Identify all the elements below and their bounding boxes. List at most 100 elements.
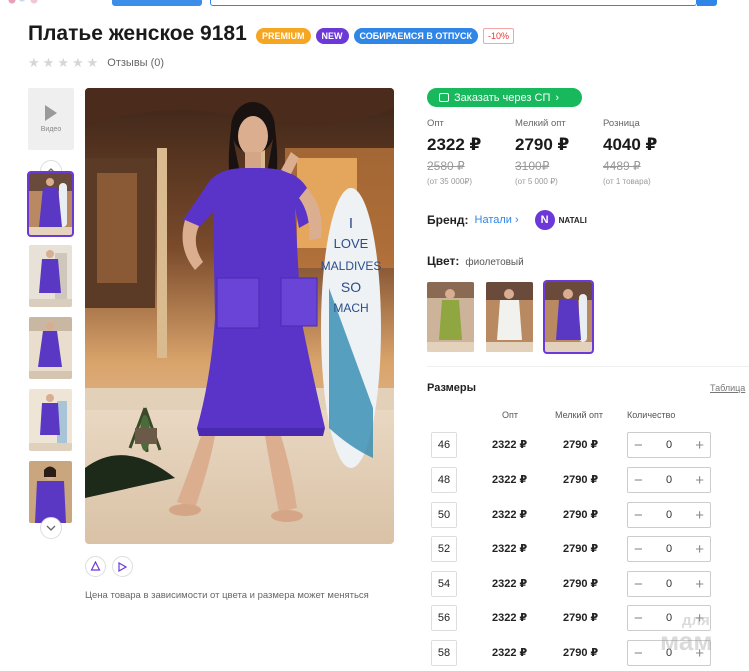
share-button[interactable] — [85, 556, 106, 577]
minus-button[interactable]: − — [634, 473, 643, 488]
price-label: Розница — [603, 118, 640, 129]
price-threshold: (от 1 товара) — [603, 177, 651, 186]
star-icon: ★ — [86, 55, 99, 70]
divider — [427, 366, 749, 367]
search-input[interactable] — [210, 0, 697, 6]
thumbnail-5[interactable] — [29, 461, 72, 523]
play-video-button[interactable] — [112, 556, 133, 577]
price-old: 3100₽ — [515, 159, 550, 173]
minus-button[interactable]: − — [634, 542, 643, 557]
price-columns: Опт 2322 ₽ 2580 ₽ (от 35 000₽) Мелкий оп… — [427, 118, 691, 186]
price-threshold: (от 5 000 ₽) — [515, 177, 558, 186]
thumbnail-3[interactable] — [29, 317, 72, 379]
badge-list: PREMIUM NEW СОБИРАЕМСЯ В ОТПУСК -10% — [256, 28, 514, 44]
svg-text:MALDIVES: MALDIVES — [321, 259, 382, 273]
svg-text:I: I — [349, 215, 353, 232]
quantity-value[interactable]: 0 — [666, 439, 672, 451]
badge-premium[interactable]: PREMIUM — [256, 28, 311, 44]
price-value: 2322 ₽ — [427, 135, 482, 154]
video-label: Видео — [40, 126, 62, 133]
minus-button[interactable]: − — [634, 438, 643, 453]
badge-vacation[interactable]: СОБИРАЕМСЯ В ОТПУСК — [353, 28, 478, 44]
price-threshold: (от 35 000₽) — [427, 177, 473, 186]
thumbnails-down-button[interactable] — [40, 517, 62, 539]
quantity-value[interactable]: 0 — [666, 474, 672, 486]
price-value: 4040 ₽ — [603, 135, 658, 154]
catalog-button[interactable] — [112, 0, 202, 6]
badge-new[interactable]: NEW — [315, 28, 349, 44]
minus-button[interactable]: − — [634, 646, 643, 661]
brand-logo[interactable]: N NATALI — [534, 210, 587, 230]
thumbnail-2[interactable] — [29, 245, 72, 307]
price-label: Опт — [427, 118, 444, 129]
thumbnail-1[interactable] — [27, 171, 74, 237]
price-old: 4489 ₽ — [603, 159, 641, 173]
brand-row: Бренд: Натали › N NATALI — [427, 210, 587, 230]
color-swatch-purple[interactable] — [543, 280, 594, 354]
reviews-link[interactable]: Отзывы (0) — [107, 57, 164, 69]
sizes-header-qty: Количество — [627, 410, 676, 420]
badge-discount: -10% — [482, 28, 514, 44]
size-opt-price: 2322 ₽ — [492, 612, 528, 624]
sizes-header-opt: Опт — [502, 410, 518, 420]
site-logo[interactable] — [6, 0, 66, 8]
plus-button[interactable]: + — [695, 577, 704, 592]
price-retail: Розница 4040 ₽ 4489 ₽ (от 1 товара) — [603, 118, 691, 186]
quantity-value[interactable]: 0 — [666, 578, 672, 590]
brand-name: Натали — [474, 214, 512, 226]
plus-button[interactable]: + — [695, 473, 704, 488]
thumbnail-4[interactable] — [29, 389, 72, 451]
cart-icon — [439, 93, 449, 102]
minus-button[interactable]: − — [634, 611, 643, 626]
color-value: фиолетовый — [465, 257, 524, 268]
plus-button[interactable]: + — [695, 508, 704, 523]
plus-button[interactable]: + — [695, 438, 704, 453]
svg-text:SO: SO — [341, 279, 361, 295]
video-thumbnail[interactable]: Видео — [28, 88, 74, 150]
size-label: 48 — [431, 467, 457, 493]
color-label: Цвет: — [427, 254, 460, 268]
top-header — [0, 0, 749, 10]
minus-button[interactable]: − — [634, 508, 643, 523]
main-product-photo[interactable]: I LOVE MALDIVES SO MACH — [85, 88, 394, 544]
size-small-price: 2790 ₽ — [563, 509, 599, 521]
star-icon: ★ — [28, 55, 40, 70]
price-note: Цена товара в зависимости от цвета и раз… — [85, 590, 369, 601]
star-icon: ★ — [57, 55, 69, 70]
size-small-price: 2790 ₽ — [563, 578, 599, 590]
size-label: 54 — [431, 571, 457, 597]
size-label: 46 — [431, 432, 457, 458]
size-small-price: 2790 ₽ — [563, 543, 599, 555]
order-via-sp-button[interactable]: Заказать через СП › — [427, 88, 582, 107]
watermark: для мам — [660, 612, 713, 654]
color-swatches — [427, 280, 594, 354]
color-swatch-olive[interactable] — [427, 282, 474, 352]
price-value: 2790 ₽ — [515, 135, 570, 154]
search-button[interactable] — [697, 0, 717, 6]
size-opt-price: 2322 ₽ — [492, 474, 528, 486]
size-row: 50 2322 ₽ 2790 ₽ − 0 + — [427, 502, 749, 528]
quantity-stepper: − 0 + — [627, 432, 711, 458]
quantity-value[interactable]: 0 — [666, 543, 672, 555]
brand-logo-icon: N — [534, 210, 555, 230]
thumbnail-list: Видео — [28, 88, 74, 150]
quantity-value[interactable]: 0 — [666, 509, 672, 521]
order-via-sp-label: Заказать через СП — [454, 91, 551, 104]
size-opt-price: 2322 ₽ — [492, 647, 528, 659]
brand-label: Бренд: — [427, 213, 469, 227]
product-title: Платье женское 9181 — [28, 22, 247, 45]
brand-link[interactable]: Натали › — [475, 214, 519, 226]
size-small-price: 2790 ₽ — [563, 439, 599, 451]
size-small-price: 2790 ₽ — [563, 647, 599, 659]
plus-button[interactable]: + — [695, 542, 704, 557]
price-small-opt: Мелкий опт 2790 ₽ 3100₽ (от 5 000 ₽) — [515, 118, 603, 186]
product-photo-image: I LOVE MALDIVES SO MACH — [85, 88, 394, 544]
size-table-link[interactable]: Таблица — [710, 383, 745, 393]
minus-button[interactable]: − — [634, 577, 643, 592]
size-opt-price: 2322 ₽ — [492, 543, 528, 555]
star-icon: ★ — [42, 55, 55, 70]
size-opt-price: 2322 ₽ — [492, 578, 528, 590]
color-swatch-white[interactable] — [486, 282, 533, 352]
size-row: 46 2322 ₽ 2790 ₽ − 0 + — [427, 432, 749, 458]
price-label: Мелкий опт — [515, 118, 566, 129]
